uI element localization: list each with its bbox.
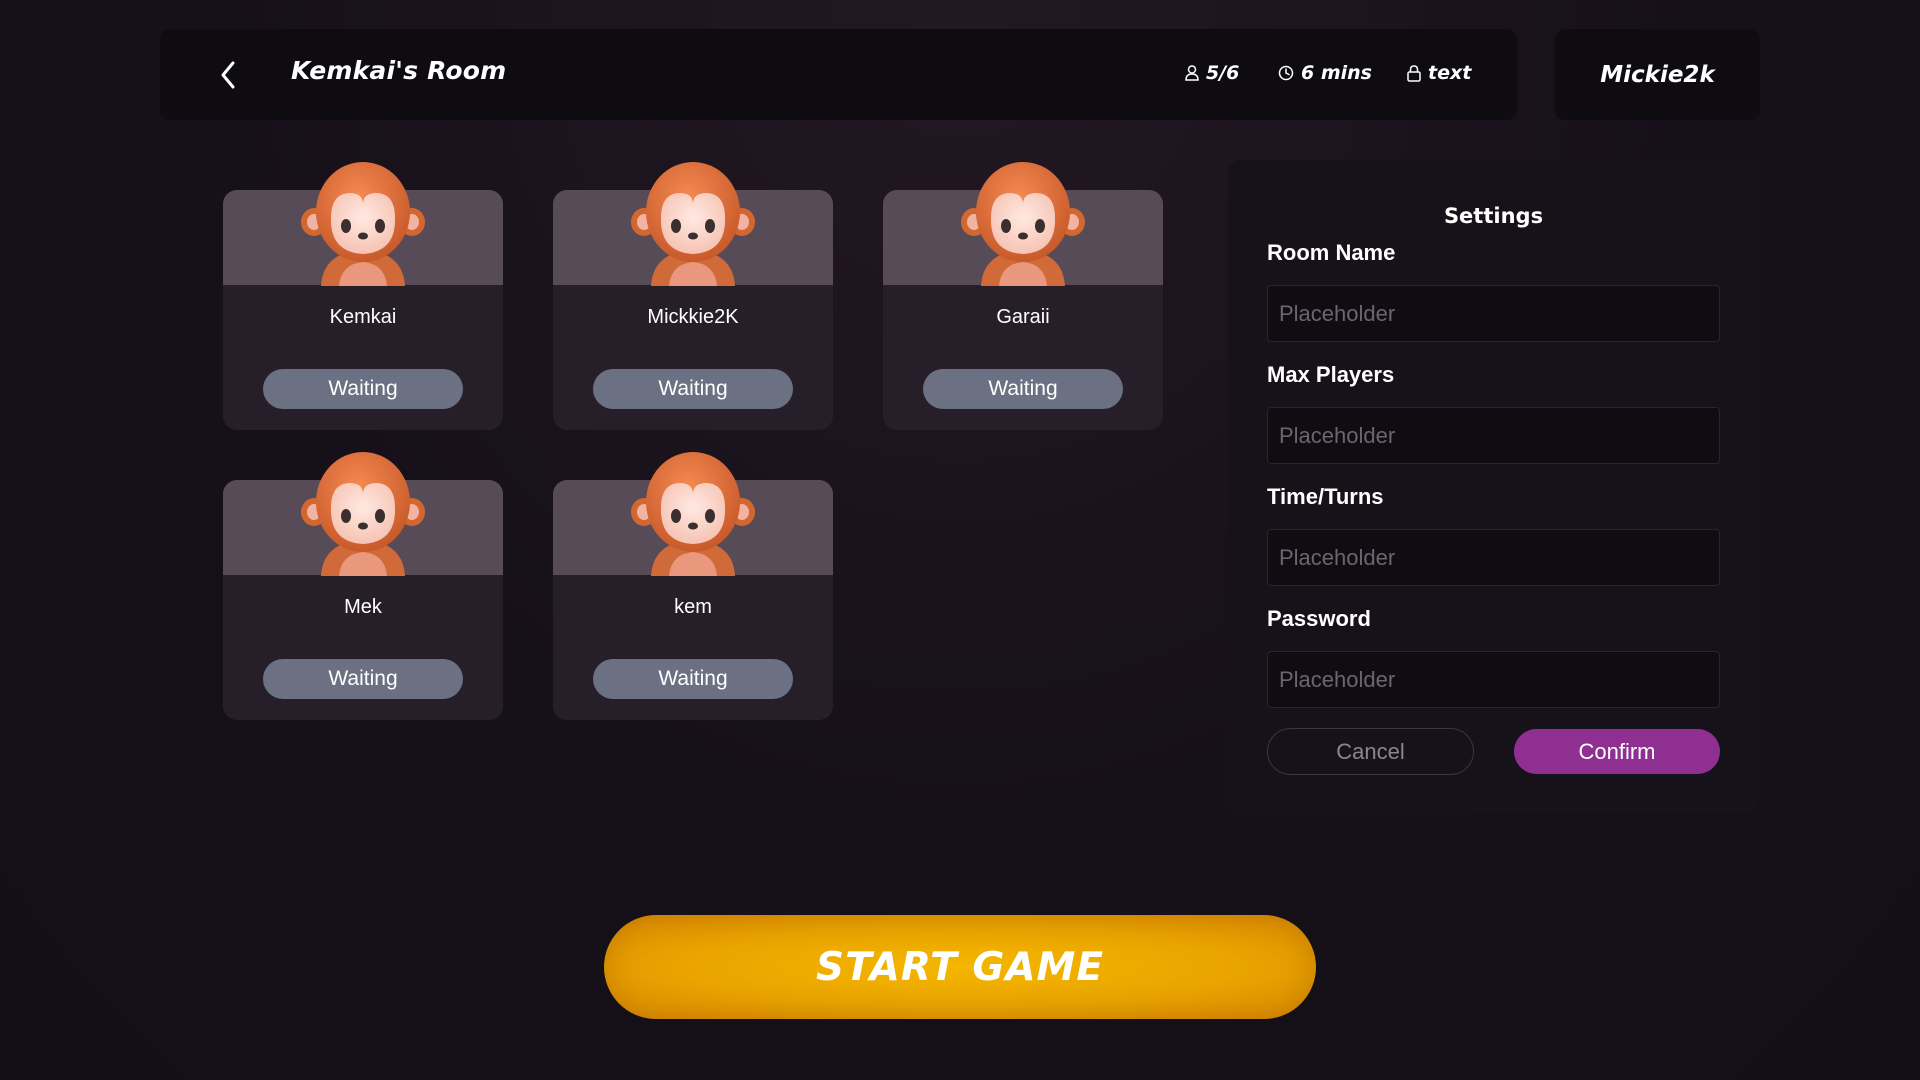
player-count-value: 5/6 bbox=[1206, 62, 1240, 84]
room-header-bar: Kemkai's Room 5/6 6 mins text bbox=[160, 29, 1517, 120]
room-name-input[interactable] bbox=[1267, 285, 1720, 342]
player-name: Kemkai bbox=[329, 306, 397, 328]
player-name: Mickkie2K bbox=[647, 306, 739, 328]
player-status-badge: Waiting bbox=[263, 659, 463, 699]
player-card: Mek Waiting bbox=[223, 480, 503, 720]
max-players-label: Max Players bbox=[1267, 362, 1395, 387]
player-status-badge: Waiting bbox=[923, 369, 1123, 409]
user-icon bbox=[1185, 65, 1199, 81]
password-label: Password bbox=[1267, 606, 1371, 631]
max-players-input[interactable] bbox=[1267, 407, 1720, 464]
player-status-badge: Waiting bbox=[593, 659, 793, 699]
time-limit-value: 6 mins bbox=[1301, 62, 1372, 84]
start-game-button[interactable]: START GAME bbox=[604, 915, 1316, 1019]
time-turns-input[interactable] bbox=[1267, 529, 1720, 586]
room-lock: text bbox=[1407, 62, 1471, 84]
monkey-avatar-icon bbox=[961, 160, 1085, 286]
player-name: Mek bbox=[344, 596, 382, 618]
player-count: 5/6 bbox=[1185, 62, 1239, 84]
chevron-left-icon bbox=[221, 61, 235, 89]
player-card: Garaii Waiting bbox=[883, 190, 1163, 430]
player-status-badge: Waiting bbox=[263, 369, 463, 409]
player-status-badge: Waiting bbox=[593, 369, 793, 409]
cancel-button[interactable]: Cancel bbox=[1267, 728, 1474, 775]
lock-icon bbox=[1407, 64, 1421, 82]
current-user[interactable]: Mickie2k bbox=[1555, 29, 1760, 120]
room-title: Kemkai's Room bbox=[291, 56, 507, 85]
clock-icon bbox=[1278, 65, 1294, 81]
player-name: Garaii bbox=[996, 306, 1050, 328]
settings-panel: Settings Room Name Max Players Time/Turn… bbox=[1228, 160, 1759, 814]
confirm-button[interactable]: Confirm bbox=[1514, 729, 1720, 774]
password-input[interactable] bbox=[1267, 651, 1720, 708]
time-limit: 6 mins bbox=[1278, 62, 1372, 84]
room-name-label: Room Name bbox=[1267, 240, 1396, 265]
monkey-avatar-icon bbox=[301, 160, 425, 286]
player-card: Mickkie2K Waiting bbox=[553, 190, 833, 430]
settings-title: Settings bbox=[1443, 204, 1544, 228]
player-card: Kemkai Waiting bbox=[223, 190, 503, 430]
time-turns-label: Time/Turns bbox=[1267, 484, 1384, 509]
monkey-avatar-icon bbox=[631, 450, 755, 576]
player-name: kem bbox=[674, 596, 712, 618]
room-lock-text: text bbox=[1428, 62, 1472, 84]
back-button[interactable] bbox=[212, 59, 244, 91]
monkey-avatar-icon bbox=[631, 160, 755, 286]
monkey-avatar-icon bbox=[301, 450, 425, 576]
player-card: kem Waiting bbox=[553, 480, 833, 720]
